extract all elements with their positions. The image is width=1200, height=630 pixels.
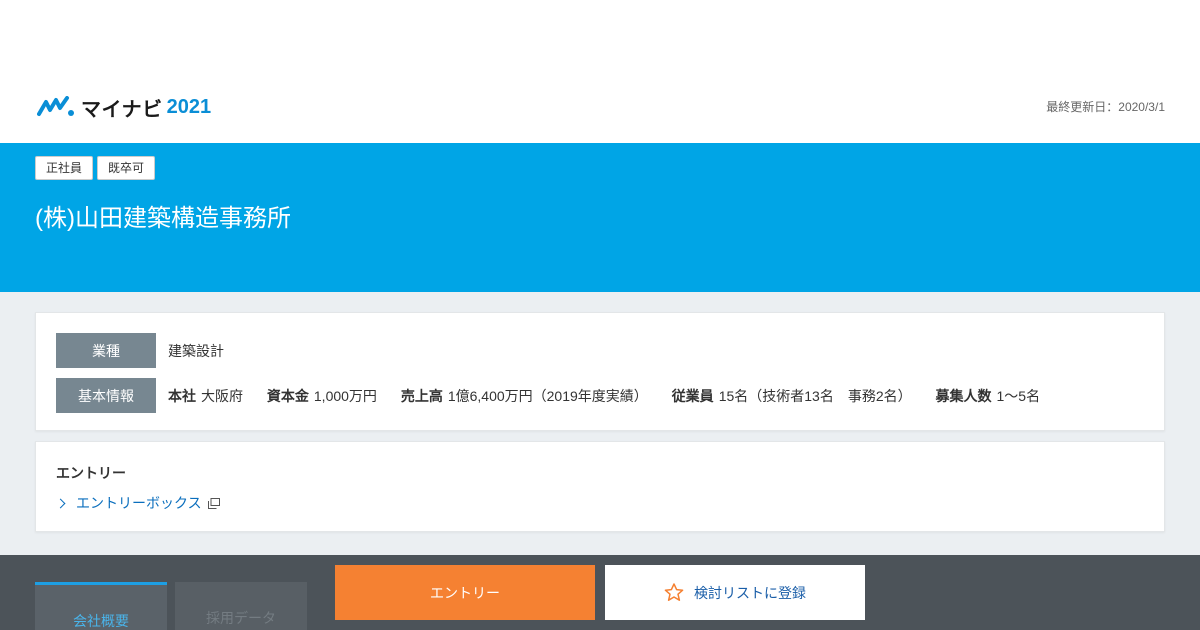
industry-value: 建築設計 — [168, 342, 224, 359]
last-updated-date: 最終更新日：2020/3/1 — [1046, 100, 1165, 114]
entry-card: エントリー エントリーボックス — [35, 441, 1165, 532]
employees-key: 従業員 — [671, 387, 714, 404]
sticky-footer-bar: 会社概要 採用データ エントリー 検討リストに登録 — [0, 555, 1200, 630]
capital-key: 資本金 — [266, 387, 309, 404]
capital-value: 1,000万円 — [313, 387, 377, 404]
tab-recruitment-data[interactable]: 採用データ — [175, 582, 307, 630]
headquarters-value: 大阪府 — [201, 387, 243, 404]
basic-info-values: 本社 大阪府 資本金 1,000万円 売上高 1億6,400万円（2019年度実績） … — [168, 386, 1060, 406]
employees-value: 15名（技術者13名 事務2名） — [718, 387, 912, 404]
entry-box-label: エントリーボックス — [76, 495, 202, 511]
openings-key: 募集人数 — [935, 387, 992, 404]
tag-graduates-ok: 既卒可 — [97, 156, 156, 180]
mynavi-logo-icon — [37, 96, 74, 116]
openings-value: 1～5名 — [996, 387, 1041, 404]
logo-year: 2021 — [166, 95, 212, 118]
company-hero: 正社員 既卒可 (株)山田建築構造事務所 — [0, 143, 1200, 292]
tag-fulltime: 正社員 — [35, 156, 94, 180]
employment-tags: 正社員 既卒可 — [35, 156, 156, 180]
tab-company-overview[interactable]: 会社概要 — [35, 582, 167, 630]
openings-item: 募集人数 1～5名 — [936, 386, 1041, 406]
headquarters-key: 本社 — [168, 387, 196, 404]
entry-section-title: エントリー — [56, 465, 126, 481]
add-to-list-button[interactable]: 検討リストに登録 — [605, 565, 865, 620]
headquarters-item: 本社 大阪府 — [168, 386, 243, 406]
employees-item: 従業員 15名（技術者13名 事務2名） — [672, 386, 912, 406]
external-window-icon — [207, 497, 220, 509]
industry-label: 業種 — [56, 333, 156, 368]
basic-info-row: 基本情報 本社 大阪府 資本金 1,000万円 売上高 1億6,400万円（2019年… — [56, 378, 1060, 413]
entry-button[interactable]: エントリー — [335, 565, 595, 620]
star-outline-icon — [664, 583, 684, 601]
entry-button-label: エントリー — [430, 584, 500, 601]
sales-key: 売上高 — [400, 387, 443, 404]
sales-value: 1億6,400万円（2019年度実績） — [447, 387, 648, 404]
site-logo[interactable]: マイナビ 2021 — [37, 94, 212, 121]
company-name: (株)山田建築構造事務所 — [35, 205, 291, 232]
add-to-list-label: 検討リストに登録 — [694, 584, 806, 601]
site-header: マイナビ 2021 最終更新日：2020/3/1 — [0, 0, 1200, 143]
company-info-card: 業種 建築設計 基本情報 本社 大阪府 資本金 1,000万円 売上高 1億6,400… — [35, 312, 1165, 431]
sales-item: 売上高 1億6,400万円（2019年度実績） — [401, 386, 648, 406]
logo-text: マイナビ — [81, 98, 163, 121]
entry-box-link[interactable]: エントリーボックス — [55, 493, 220, 513]
industry-row: 業種 建築設計 — [56, 333, 224, 368]
chevron-right-icon — [55, 498, 66, 508]
basic-info-label: 基本情報 — [56, 378, 156, 413]
capital-item: 資本金 1,000万円 — [267, 386, 377, 406]
